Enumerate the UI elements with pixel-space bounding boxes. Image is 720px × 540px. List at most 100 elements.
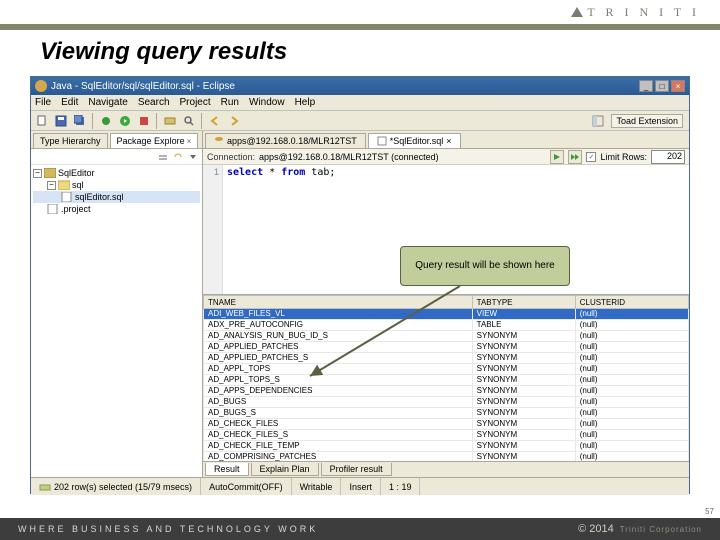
table-row[interactable]: AD_BUGSSYNONYM(null)	[204, 397, 689, 408]
eclipse-window: Java - SqlEditor/sql/sqlEditor.sql - Ecl…	[30, 76, 690, 494]
cell[interactable]: AD_BUGS_S	[204, 408, 473, 419]
cell[interactable]: AD_BUGS	[204, 397, 473, 408]
footer-corp: Triniti Corporation	[620, 525, 702, 534]
tab-type-hierarchy[interactable]: Type Hierarchy	[33, 133, 108, 148]
table-row[interactable]: AD_CHECK_FILESSYNONYM(null)	[204, 419, 689, 430]
cell[interactable]: (null)	[575, 408, 688, 419]
open-type-button[interactable]	[161, 113, 179, 129]
cell[interactable]: SYNONYM	[472, 375, 575, 386]
tree-dotproject[interactable]: .project	[33, 203, 200, 215]
open-perspective-button[interactable]	[589, 113, 607, 129]
new-button[interactable]	[33, 113, 51, 129]
maximize-button[interactable]: □	[655, 80, 669, 92]
main-toolbar: Toad Extension	[31, 111, 689, 131]
connection-label: Connection:	[207, 152, 255, 162]
cell[interactable]: (null)	[575, 441, 688, 452]
menu-navigate[interactable]: Navigate	[88, 97, 127, 108]
limit-rows-checkbox[interactable]: ✓	[586, 152, 596, 162]
cell[interactable]: SYNONYM	[472, 386, 575, 397]
menu-file[interactable]: File	[35, 97, 51, 108]
menu-help[interactable]: Help	[295, 97, 316, 108]
run-button[interactable]	[116, 113, 134, 129]
cell[interactable]: AD_COMPRISING_PATCHES	[204, 452, 473, 462]
tab-result[interactable]: Result	[205, 463, 249, 476]
cell[interactable]: SYNONYM	[472, 419, 575, 430]
status-autocommit[interactable]: AutoCommit(OFF)	[201, 478, 292, 495]
close-icon[interactable]: ×	[446, 136, 451, 146]
exec-button[interactable]	[550, 150, 564, 164]
save-button[interactable]	[52, 113, 70, 129]
collapse-all-button[interactable]	[156, 150, 170, 164]
menu-run[interactable]: Run	[221, 97, 239, 108]
cell[interactable]: VIEW	[472, 309, 575, 320]
cell[interactable]: AD_CHECK_FILES	[204, 419, 473, 430]
tab-connection[interactable]: apps@192.168.0.18/MLR12TST	[205, 133, 366, 148]
cell[interactable]: (null)	[575, 309, 688, 320]
column-header[interactable]: CLUSTERID	[575, 296, 688, 309]
close-icon[interactable]: ×	[187, 137, 192, 146]
exec-all-button[interactable]	[568, 150, 582, 164]
cell[interactable]: (null)	[575, 430, 688, 441]
cell[interactable]: (null)	[575, 419, 688, 430]
cell[interactable]: SYNONYM	[472, 397, 575, 408]
limit-rows-input[interactable]: 202	[651, 150, 685, 164]
nav-forward-button[interactable]	[225, 113, 243, 129]
line-gutter: 1	[203, 165, 223, 294]
collapse-icon[interactable]: −	[47, 181, 56, 190]
nav-back-button[interactable]	[206, 113, 224, 129]
cell[interactable]: (null)	[575, 386, 688, 397]
project-tree[interactable]: − SqlEditor − sql sqlEditor.sql .project	[31, 165, 202, 477]
cell[interactable]: (null)	[575, 397, 688, 408]
menu-window[interactable]: Window	[249, 97, 285, 108]
perspective-toad[interactable]: Toad Extension	[611, 114, 683, 128]
tab-package-explorer[interactable]: Package Explore×	[110, 133, 199, 148]
left-view-tabs: Type Hierarchy Package Explore×	[31, 131, 202, 149]
search-button[interactable]	[180, 113, 198, 129]
cell[interactable]: SYNONYM	[472, 452, 575, 462]
cell[interactable]: SYNONYM	[472, 441, 575, 452]
brand-name: T R I N I T I	[587, 5, 700, 20]
menu-search[interactable]: Search	[138, 97, 170, 108]
column-header[interactable]: TABTYPE	[472, 296, 575, 309]
cell[interactable]: TABLE	[472, 320, 575, 331]
table-row[interactable]: AD_BUGS_SSYNONYM(null)	[204, 408, 689, 419]
cell[interactable]: SYNONYM	[472, 430, 575, 441]
cell[interactable]: AD_CHECK_FILE_TEMP	[204, 441, 473, 452]
tree-file-sql[interactable]: sqlEditor.sql	[33, 191, 200, 203]
tree-project[interactable]: − SqlEditor	[33, 167, 200, 179]
menu-project[interactable]: Project	[180, 97, 211, 108]
cell[interactable]: (null)	[575, 331, 688, 342]
ext-tools-button[interactable]	[135, 113, 153, 129]
table-row[interactable]: AD_CHECK_FILES_SSYNONYM(null)	[204, 430, 689, 441]
tab-sqleditor[interactable]: *SqlEditor.sql ×	[368, 133, 461, 148]
tree-folder-sql[interactable]: − sql	[33, 179, 200, 191]
cell[interactable]: SYNONYM	[472, 331, 575, 342]
link-editor-button[interactable]	[171, 150, 185, 164]
debug-button[interactable]	[97, 113, 115, 129]
view-menu-button[interactable]	[186, 150, 200, 164]
cell[interactable]: SYNONYM	[472, 353, 575, 364]
close-button[interactable]: ×	[671, 80, 685, 92]
cell[interactable]: SYNONYM	[472, 364, 575, 375]
window-titlebar[interactable]: Java - SqlEditor/sql/sqlEditor.sql - Ecl…	[31, 77, 689, 95]
tab-explain-plan[interactable]: Explain Plan	[251, 463, 319, 476]
status-writable: Writable	[292, 478, 342, 495]
cell[interactable]: SYNONYM	[472, 342, 575, 353]
cell[interactable]: (null)	[575, 452, 688, 462]
table-row[interactable]: AD_COMPRISING_PATCHESSYNONYM(null)	[204, 452, 689, 462]
cell[interactable]: (null)	[575, 375, 688, 386]
package-explorer-view: Type Hierarchy Package Explore× − SqlEdi…	[31, 131, 203, 477]
cell[interactable]: (null)	[575, 320, 688, 331]
save-all-button[interactable]	[71, 113, 89, 129]
app-icon	[35, 80, 47, 92]
tab-profiler[interactable]: Profiler result	[321, 463, 392, 476]
cell[interactable]: AD_CHECK_FILES_S	[204, 430, 473, 441]
cell[interactable]: (null)	[575, 353, 688, 364]
menu-edit[interactable]: Edit	[61, 97, 78, 108]
cell[interactable]: (null)	[575, 364, 688, 375]
cell[interactable]: SYNONYM	[472, 408, 575, 419]
table-row[interactable]: AD_CHECK_FILE_TEMPSYNONYM(null)	[204, 441, 689, 452]
collapse-icon[interactable]: −	[33, 169, 42, 178]
minimize-button[interactable]: _	[639, 80, 653, 92]
cell[interactable]: (null)	[575, 342, 688, 353]
